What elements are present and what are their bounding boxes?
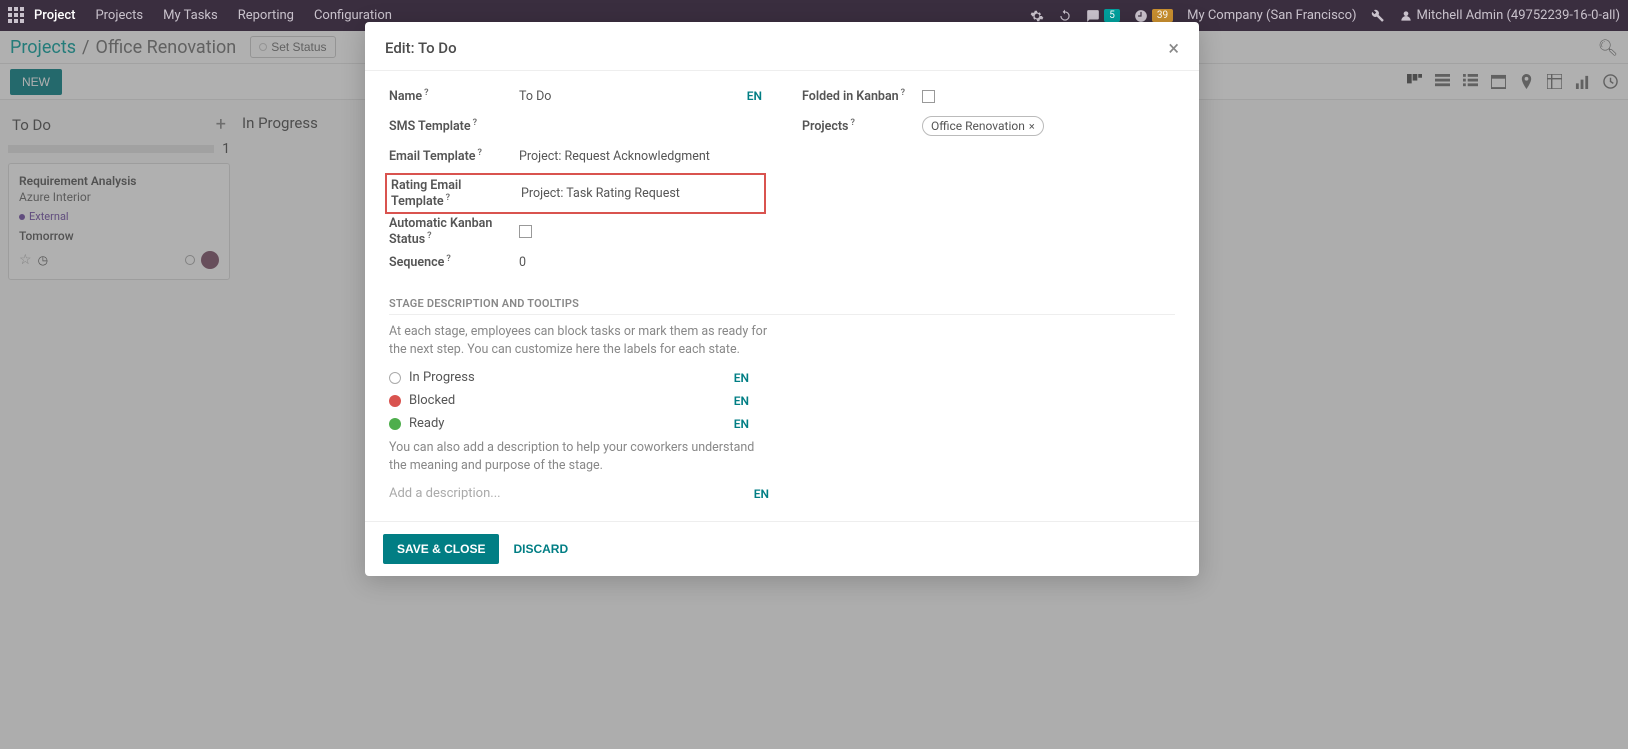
in-progress-label[interactable]: In Progress bbox=[409, 370, 475, 385]
red-bullet-icon bbox=[389, 395, 401, 407]
close-icon[interactable]: × bbox=[1168, 36, 1179, 60]
email-template-label: Email Template? bbox=[389, 148, 519, 164]
rating-template-field[interactable]: Project: Task Rating Request bbox=[521, 186, 760, 201]
lang-badge[interactable]: EN bbox=[734, 417, 749, 431]
state-ready: Ready EN bbox=[389, 416, 749, 431]
rating-template-label: Rating Email Template? bbox=[391, 178, 521, 209]
folded-checkbox[interactable] bbox=[922, 90, 935, 103]
nav-projects[interactable]: Projects bbox=[95, 8, 143, 23]
email-template-field[interactable]: Project: Request Acknowledgment bbox=[519, 149, 762, 164]
green-bullet-icon bbox=[389, 418, 401, 430]
folded-label: Folded in Kanban? bbox=[802, 88, 922, 104]
user-name: Mitchell Admin (49752239-16-0-all) bbox=[1417, 8, 1620, 23]
auto-kanban-label: Automatic Kanban Status? bbox=[389, 216, 519, 247]
tools-icon[interactable] bbox=[1371, 9, 1385, 23]
messages-count: 5 bbox=[1104, 9, 1120, 22]
lang-badge[interactable]: EN bbox=[754, 487, 769, 501]
modal-title: Edit: To Do bbox=[385, 39, 457, 57]
refresh-icon[interactable] bbox=[1058, 9, 1072, 23]
company-switcher[interactable]: My Company (San Francisco) bbox=[1187, 8, 1356, 23]
project-tag[interactable]: Office Renovation× bbox=[922, 116, 1044, 136]
user-menu[interactable]: Mitchell Admin (49752239-16-0-all) bbox=[1399, 8, 1620, 23]
sms-template-label: SMS Template? bbox=[389, 118, 519, 134]
apps-icon[interactable] bbox=[8, 7, 26, 25]
edit-stage-modal: Edit: To Do × Name? To Do EN SMS Templat… bbox=[365, 22, 1199, 576]
activities-count: 39 bbox=[1152, 9, 1173, 22]
name-field[interactable]: To Do bbox=[519, 89, 747, 104]
gear-icon[interactable] bbox=[1030, 9, 1044, 23]
lang-badge[interactable]: EN bbox=[734, 394, 749, 408]
rating-template-row-highlighted: Rating Email Template? Project: Task Rat… bbox=[385, 173, 766, 214]
lang-badge[interactable]: EN bbox=[747, 89, 762, 103]
ready-label[interactable]: Ready bbox=[409, 416, 444, 431]
discard-button[interactable]: DISCARD bbox=[513, 534, 568, 564]
state-blocked: Blocked EN bbox=[389, 393, 749, 408]
nav-my-tasks[interactable]: My Tasks bbox=[163, 8, 218, 23]
grey-bullet-icon bbox=[389, 372, 401, 384]
remove-tag-icon[interactable]: × bbox=[1029, 120, 1035, 133]
activities-icon[interactable]: 39 bbox=[1134, 9, 1173, 23]
name-label: Name? bbox=[389, 88, 519, 104]
brand[interactable]: Project bbox=[34, 8, 75, 23]
auto-kanban-checkbox[interactable] bbox=[519, 225, 532, 238]
lang-badge[interactable]: EN bbox=[734, 371, 749, 385]
projects-label: Projects? bbox=[802, 118, 922, 134]
nav-configuration[interactable]: Configuration bbox=[314, 8, 392, 23]
sequence-field[interactable]: 0 bbox=[519, 255, 762, 270]
messages-icon[interactable]: 5 bbox=[1086, 9, 1120, 23]
help-text-2: You can also add a description to help y… bbox=[389, 439, 769, 474]
sequence-label: Sequence? bbox=[389, 254, 519, 270]
nav-reporting[interactable]: Reporting bbox=[238, 8, 294, 23]
blocked-label[interactable]: Blocked bbox=[409, 393, 455, 408]
section-title: STAGE DESCRIPTION AND TOOLTIPS bbox=[389, 297, 1175, 315]
description-field[interactable]: Add a description... bbox=[389, 486, 501, 501]
state-in-progress: In Progress EN bbox=[389, 370, 749, 385]
help-text-1: At each stage, employees can block tasks… bbox=[389, 323, 769, 358]
save-close-button[interactable]: SAVE & CLOSE bbox=[383, 534, 499, 564]
